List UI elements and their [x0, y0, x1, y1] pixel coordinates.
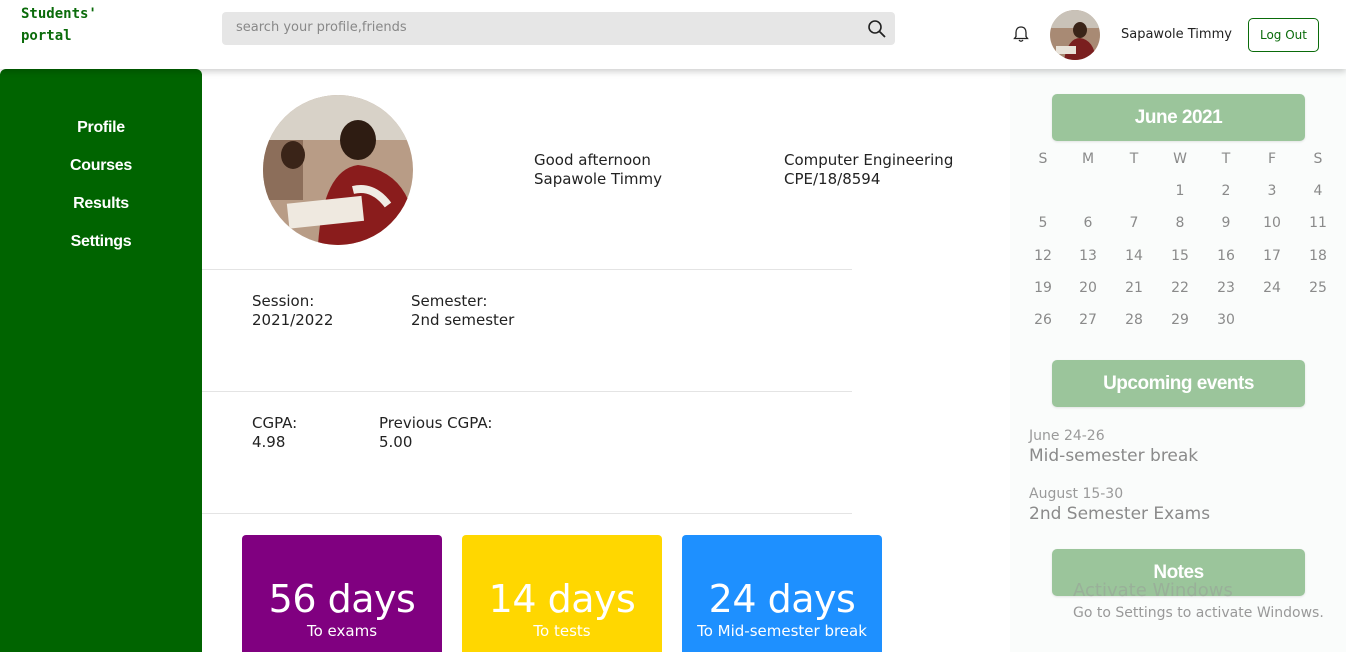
session-label: Session:	[252, 292, 315, 310]
cgpa-label: CGPA:	[252, 414, 298, 432]
calendar-day[interactable]: 24	[1257, 280, 1287, 296]
calendar-weekday: F	[1267, 151, 1277, 167]
calendar-day[interactable]: 29	[1165, 312, 1195, 328]
calendar-day[interactable]: 17	[1257, 248, 1287, 264]
event-date: June 24-26	[1029, 428, 1105, 444]
sidebar-item-courses[interactable]: Courses	[0, 157, 202, 175]
calendar-weekday: M	[1081, 151, 1095, 167]
calendar-day[interactable]: 3	[1257, 183, 1287, 199]
calendar-day[interactable]: 11	[1303, 215, 1333, 231]
bell-icon[interactable]	[1011, 24, 1031, 44]
cgpa-block: CGPA: 4.98	[252, 414, 297, 452]
event-title[interactable]: Mid-semester break	[1029, 446, 1198, 466]
countdown-card-break: 24 days To Mid-semester break	[682, 535, 882, 652]
sidebar-item-profile[interactable]: Profile	[0, 119, 202, 137]
top-header: Students' portal Sapawole Timmy Log Out	[0, 0, 1346, 69]
search-icon[interactable]	[867, 19, 887, 39]
greeting-text: Good afternoon	[534, 151, 651, 169]
previous-cgpa-label: Previous CGPA:	[379, 414, 493, 432]
cgpa-value: 4.98	[252, 433, 286, 451]
calendar-day[interactable]: 9	[1211, 215, 1241, 231]
calendar-day[interactable]: 10	[1257, 215, 1287, 231]
calendar-day[interactable]: 25	[1303, 280, 1333, 296]
department-block: Computer Engineering CPE/18/8594	[784, 151, 953, 189]
calendar-day[interactable]: 23	[1211, 280, 1241, 296]
divider	[202, 513, 852, 514]
countdown-label: To tests	[533, 622, 591, 640]
brand-line-2: portal	[21, 28, 72, 44]
search-bar	[222, 12, 895, 45]
countdown-label: To Mid-semester break	[697, 622, 867, 640]
calendar-day[interactable]: 22	[1165, 280, 1195, 296]
session-value: 2021/2022	[252, 311, 334, 329]
calendar-weekday: S	[1038, 151, 1048, 167]
semester-value: 2nd semester	[411, 311, 515, 329]
event-date: August 15-30	[1029, 486, 1124, 502]
calendar-day[interactable]: 6	[1073, 215, 1103, 231]
calendar-weekday: T	[1221, 151, 1231, 167]
calendar-month-button[interactable]: June 2021	[1052, 94, 1305, 141]
session-block: Session: 2021/2022	[252, 292, 333, 330]
calendar-day[interactable]: 26	[1028, 312, 1058, 328]
divider	[202, 269, 852, 270]
brand-logo[interactable]: Students' portal	[21, 3, 131, 47]
user-name[interactable]: Sapawole Timmy	[1121, 27, 1232, 42]
calendar-day[interactable]: 13	[1073, 248, 1103, 264]
upcoming-events-button[interactable]: Upcoming events	[1052, 360, 1305, 407]
profile-picture	[263, 95, 413, 245]
countdown-value: 24 days	[708, 577, 856, 621]
previous-cgpa-value: 5.00	[379, 433, 413, 451]
countdown-label: To exams	[306, 622, 378, 640]
calendar-day[interactable]: 15	[1165, 248, 1195, 264]
semester-label: Semester:	[411, 292, 488, 310]
previous-cgpa-block: Previous CGPA: 5.00	[379, 414, 492, 452]
calendar-day[interactable]: 16	[1211, 248, 1241, 264]
calendar-day[interactable]: 18	[1303, 248, 1333, 264]
countdown-value: 56 days	[268, 577, 416, 621]
matric-number: CPE/18/8594	[784, 170, 881, 188]
divider	[202, 391, 852, 392]
brand-line-1: Students'	[21, 6, 97, 22]
countdown-value: 14 days	[488, 577, 636, 621]
calendar-day[interactable]: 14	[1119, 248, 1149, 264]
windows-watermark-title: Activate Windows	[1073, 580, 1233, 601]
calendar-day[interactable]: 30	[1211, 312, 1241, 328]
countdown-card-tests: 14 days To tests	[462, 535, 662, 652]
calendar-day[interactable]: 27	[1073, 312, 1103, 328]
calendar-day[interactable]: 8	[1165, 215, 1195, 231]
sidebar: Profile Courses Results Settings	[0, 69, 202, 652]
semester-block: Semester: 2nd semester	[411, 292, 514, 330]
calendar-day[interactable]: 12	[1028, 248, 1058, 264]
calendar-day[interactable]: 5	[1028, 215, 1058, 231]
calendar-day[interactable]: 7	[1119, 215, 1149, 231]
calendar-weekday: S	[1313, 151, 1323, 167]
logout-button[interactable]: Log Out	[1248, 18, 1319, 52]
student-name: Sapawole Timmy	[534, 170, 663, 188]
calendar-day[interactable]: 19	[1028, 280, 1058, 296]
avatar[interactable]	[1050, 10, 1100, 60]
event-title[interactable]: 2nd Semester Exams	[1029, 504, 1210, 524]
sidebar-item-settings[interactable]: Settings	[0, 233, 202, 251]
department-text: Computer Engineering	[784, 151, 954, 169]
calendar-day[interactable]: 28	[1119, 312, 1149, 328]
calendar-day[interactable]: 20	[1073, 280, 1103, 296]
countdown-card-exams: 56 days To exams	[242, 535, 442, 652]
windows-watermark-subtitle: Go to Settings to activate Windows.	[1073, 605, 1324, 621]
calendar-day[interactable]: 21	[1119, 280, 1149, 296]
calendar-day[interactable]: 4	[1303, 183, 1333, 199]
calendar-day[interactable]: 1	[1165, 183, 1195, 199]
greeting-block: Good afternoon Sapawole Timmy	[534, 151, 662, 189]
calendar-weekday: W	[1173, 151, 1187, 167]
calendar-weekday: T	[1129, 151, 1139, 167]
calendar-day[interactable]: 2	[1211, 183, 1241, 199]
search-input[interactable]	[236, 20, 856, 35]
sidebar-item-results[interactable]: Results	[0, 195, 202, 213]
